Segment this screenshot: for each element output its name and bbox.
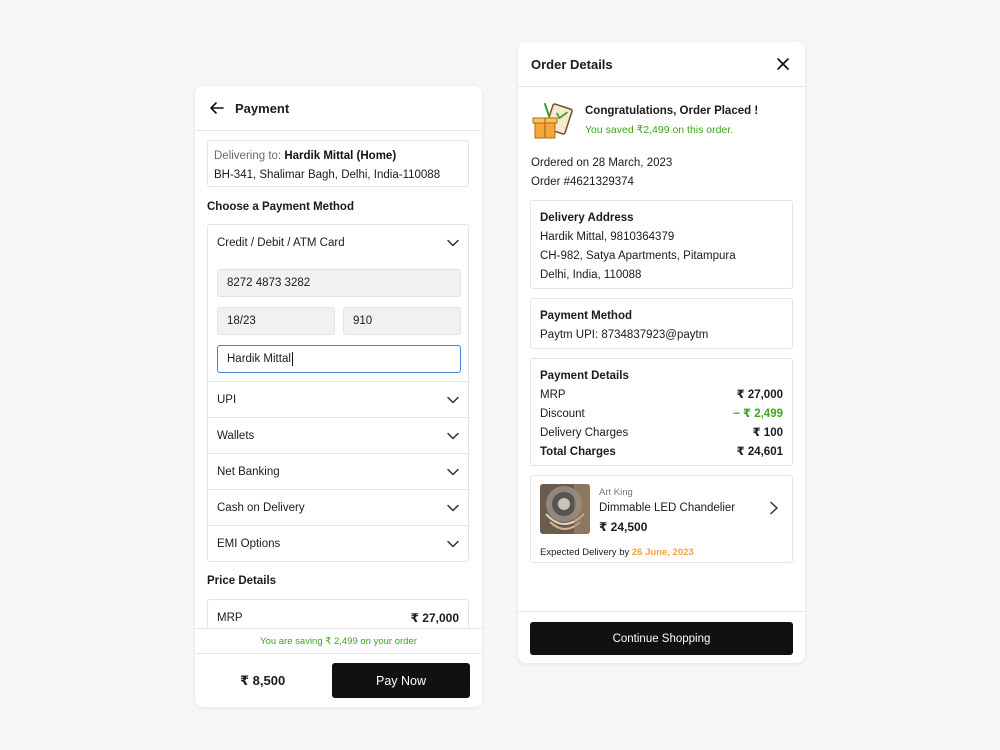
card-cvv-value: 910 — [353, 315, 373, 327]
product-name: Dimmable LED Chandelier — [599, 502, 736, 514]
payment-panel: Payment Delivering to: Hardik Mittal (Ho… — [195, 86, 482, 707]
payment-footer: ₹ 8,500 Pay Now — [195, 653, 482, 707]
method-row-net-banking[interactable]: Net Banking — [208, 453, 468, 489]
order-details-panel: Order Details Congratulations, Order Pla… — [518, 42, 805, 663]
detail-label: Discount — [540, 408, 585, 420]
method-list: UPI Wallets Net Banking Cash on Delivery EMI… — [208, 381, 468, 561]
detail-label: MRP — [540, 389, 566, 401]
card-expiry-input[interactable]: 18/23 — [217, 307, 335, 335]
close-icon[interactable] — [775, 56, 791, 72]
order-number: Order #4621329374 — [531, 176, 634, 188]
method-row-upi[interactable]: UPI — [208, 381, 468, 417]
order-header: Order Details — [518, 42, 805, 87]
payment-methods: Credit / Debit / ATM Card 8272 4873 3282… — [207, 224, 469, 562]
detail-value: ₹ 27,000 — [736, 389, 783, 401]
method-label: Cash on Delivery — [217, 501, 305, 514]
card-method-header[interactable]: Credit / Debit / ATM Card — [208, 225, 468, 261]
method-row-wallets[interactable]: Wallets — [208, 417, 468, 453]
order-footer: Continue Shopping — [518, 611, 805, 663]
detail-label: Delivery Charges — [540, 427, 629, 439]
payment-header: Payment — [195, 86, 482, 131]
delivery-address-line: CH-982, Satya Apartments, Pitampura — [540, 250, 736, 262]
method-label: Wallets — [217, 429, 255, 442]
delivery-address-box: Delivery Address Hardik Mittal, 98103643… — [530, 200, 793, 289]
delivering-name: Hardik Mittal (Home) — [284, 150, 397, 162]
delivery-info: Delivering to: Hardik Mittal (Home) BH-3… — [207, 140, 469, 187]
delivery-address-line: Delhi, India, 110088 — [540, 269, 642, 281]
pay-now-button[interactable]: Pay Now — [332, 663, 470, 698]
choose-payment-label: Choose a Payment Method — [207, 201, 354, 213]
detail-value: − ₹ 2,499 — [733, 408, 783, 420]
saving-banner: You are saving ₹ 2,499 on your order — [195, 628, 482, 653]
card-name-value: Hardik Mittal — [227, 353, 291, 365]
chevron-down-icon — [447, 540, 459, 548]
delivering-address: BH-341, Shalimar Bagh, Delhi, India-1100… — [214, 169, 441, 181]
chevron-down-icon — [447, 504, 459, 512]
method-label: UPI — [217, 393, 237, 406]
payment-method-box: Payment Method Paytm UPI: 8734837923@pay… — [530, 298, 793, 349]
card-method-label: Credit / Debit / ATM Card — [217, 237, 345, 249]
detail-row-delivery: Delivery Charges ₹ 100 — [540, 424, 783, 443]
text-caret — [291, 352, 293, 366]
ordered-on-date: Ordered on 28 March, 2023 — [531, 157, 673, 169]
product-price: ₹ 24,500 — [599, 520, 648, 534]
continue-shopping-button[interactable]: Continue Shopping — [530, 622, 793, 655]
saved-text: You saved ₹2,499 on this order. — [585, 124, 734, 136]
card-expiry-value: 18/23 — [227, 315, 256, 327]
payment-title: Payment — [235, 101, 290, 116]
expected-delivery: Expected Delivery by 26 June, 2023 — [540, 543, 694, 562]
method-row-cash-on-delivery[interactable]: Cash on Delivery — [208, 489, 468, 525]
method-label: EMI Options — [217, 537, 281, 550]
detail-label: Total Charges — [540, 446, 616, 458]
detail-row-discount: Discount − ₹ 2,499 — [540, 405, 783, 424]
price-mrp-label: MRP — [217, 611, 243, 624]
payment-total: ₹ 8,500 — [240, 673, 286, 688]
chevron-right-icon[interactable] — [768, 501, 780, 515]
card-method-section: Credit / Debit / ATM Card 8272 4873 3282… — [208, 225, 468, 381]
delivery-address-heading: Delivery Address — [540, 212, 634, 224]
detail-value: ₹ 24,601 — [736, 446, 783, 458]
card-cvv-input[interactable]: 910 — [343, 307, 461, 335]
product-card[interactable]: Art King Dimmable LED Chandelier ₹ 24,50… — [530, 475, 793, 563]
payment-details-box: Payment Details MRP ₹ 27,000 Discount − … — [530, 358, 793, 466]
delivery-address-line: Hardik Mittal, 9810364379 — [540, 231, 675, 243]
payment-method-heading: Payment Method — [540, 310, 633, 322]
delivering-prefix: Delivering to: — [214, 150, 282, 162]
payment-method-value: Paytm UPI: 8734837923@paytm — [540, 329, 709, 341]
card-name-input[interactable]: Hardik Mittal — [217, 345, 461, 373]
method-row-emi-options[interactable]: EMI Options — [208, 525, 468, 561]
card-number-input[interactable]: 8272 4873 3282 — [217, 269, 461, 297]
method-label: Net Banking — [217, 465, 280, 478]
detail-row-total: Total Charges ₹ 24,601 — [540, 443, 783, 462]
detail-row-mrp: MRP ₹ 27,000 — [540, 386, 783, 405]
chevron-down-icon — [447, 396, 459, 404]
chevron-down-icon — [447, 432, 459, 440]
card-number-value: 8272 4873 3282 — [227, 277, 311, 289]
chevron-down-icon — [447, 468, 459, 476]
chevron-down-icon — [447, 239, 459, 247]
order-title: Order Details — [531, 57, 613, 72]
congrats-heading: Congratulations, Order Placed ! — [585, 105, 759, 117]
price-mrp-value: ₹ 27,000 — [410, 610, 459, 625]
expected-delivery-date: 26 June, 2023 — [631, 547, 694, 558]
gift-box-icon — [531, 100, 577, 142]
payment-details-heading: Payment Details — [540, 370, 629, 382]
card-fields: 8272 4873 3282 18/23 910 Hardik Mittal — [208, 261, 468, 381]
back-arrow-icon[interactable] — [209, 100, 225, 116]
product-image — [540, 484, 590, 534]
price-details-label: Price Details — [207, 575, 277, 587]
expected-delivery-prefix: Expected Delivery by — [540, 547, 630, 558]
detail-value: ₹ 100 — [752, 427, 783, 439]
